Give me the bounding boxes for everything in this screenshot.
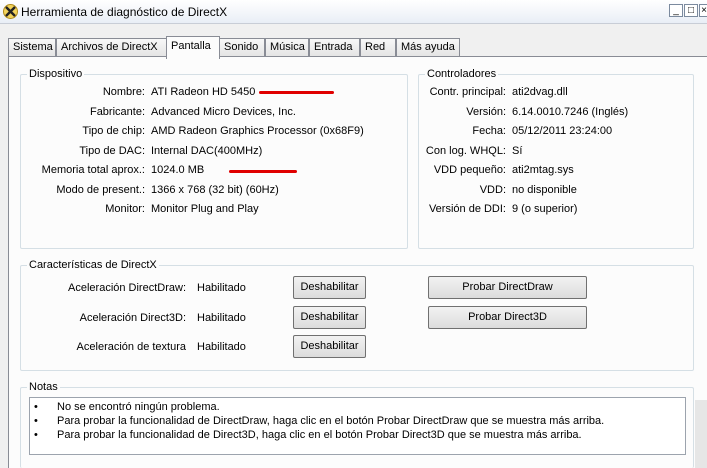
drivers-group: Controladores [418,68,694,249]
monitor-value: Monitor Plug and Play [151,203,259,215]
tab-archivos-directx[interactable]: Archivos de DirectX [56,38,168,57]
direct3d-accel-value: Habilitado [197,312,246,324]
date-value: 05/12/2011 23:24:00 [512,125,613,137]
list-item: • Para probar la funcionalidad de Direct3… [34,429,582,441]
red-annotation-line [229,170,297,173]
dac-type-value: Internal DAC(400MHz) [151,145,263,157]
main-driver-label: Contr. principal: [429,86,506,98]
directx-icon [3,4,18,19]
test-directdraw-button[interactable]: Probar DirectDraw [428,276,587,299]
list-item: • Para probar la funcionalidad de DirectD… [34,415,604,427]
whql-label: Con log. WHQL: [425,145,506,157]
bullet-icon: • [34,415,38,427]
device-name-label: Nombre: [102,86,145,98]
tab-musica[interactable]: Música [265,38,309,57]
features-group-title: Características de DirectX [27,259,159,271]
vdd-label: VDD: [479,184,506,196]
date-label: Fecha: [472,125,506,137]
manufacturer-value: Advanced Micro Devices, Inc. [151,106,296,118]
texture-accel-label: Aceleración de textura [76,341,186,353]
window-title: Herramienta de diagnóstico de DirectX [21,5,228,19]
ddi-version-label: Versión de DDI: [428,203,506,215]
directdraw-accel-value: Habilitado [197,282,246,294]
disable-directdraw-button[interactable]: Deshabilitar [293,276,366,299]
tab-pantalla[interactable]: Pantalla [166,36,220,59]
bullet-icon: • [34,429,38,441]
dac-type-label: Tipo de DAC: [79,145,145,157]
note-text: Para probar la funcionalidad de Direct3D… [57,429,582,441]
tab-entrada[interactable]: Entrada [309,38,360,57]
disable-texture-button[interactable]: Deshabilitar [293,335,366,358]
maximize-button[interactable]: □ [684,4,698,17]
note-text: Para probar la funcionalidad de DirectDr… [57,415,605,427]
tab-red[interactable]: Red [360,38,396,57]
main-driver-value: ati2dvag.dll [512,86,568,98]
red-annotation-line [259,91,334,94]
notes-group-title: Notas [27,381,60,393]
vdd-value: no disponible [512,184,577,196]
note-text: No se encontró ningún problema. [57,401,220,413]
chip-type-label: Tipo de chip: [82,125,145,137]
tab-sistema[interactable]: Sistema [8,38,56,57]
test-direct3d-button[interactable]: Probar Direct3D [428,306,587,329]
memory-label: Memoria total aprox.: [41,164,145,176]
tab-mas-ayuda[interactable]: Más ayuda [396,38,460,57]
drivers-group-title: Controladores [425,68,499,80]
chip-type-value: AMD Radeon Graphics Processor (0x68F9) [151,125,364,137]
minimize-button[interactable]: _ [669,4,683,17]
list-item: • No se encontró ningún problema. [34,401,220,413]
monitor-label: Monitor: [105,203,145,215]
device-name-value: ATI Radeon HD 5450 [151,86,256,98]
memory-value: 1024.0 MB [151,164,205,176]
texture-accel-value: Habilitado [197,341,246,353]
mini-vdd-value: ati2mtag.sys [512,164,574,176]
disable-direct3d-button[interactable]: Deshabilitar [293,306,366,329]
mini-vdd-label: VDD pequeño: [433,164,506,176]
display-mode-value: 1366 x 768 (32 bit) (60Hz) [151,184,279,196]
direct3d-accel-label: Aceleración Direct3D: [79,312,186,324]
display-mode-label: Modo de present.: [56,184,145,196]
version-value: 6.14.0010.7246 (Inglés) [512,106,629,118]
manufacturer-label: Fabricante: [89,106,145,118]
close-button[interactable]: × [699,4,707,17]
title-bar[interactable]: Herramienta de diagnóstico de DirectX _ … [0,0,707,24]
version-label: Versión: [466,106,506,118]
whql-value: Sí [512,145,523,157]
bullet-icon: • [34,401,38,413]
directdraw-accel-label: Aceleración DirectDraw: [68,282,186,294]
device-group: Dispositivo [20,68,408,249]
ddi-version-value: 9 (o superior) [512,203,578,215]
tab-sonido[interactable]: Sonido [219,38,265,57]
window-edge [695,400,707,468]
notes-list[interactable]: • No se encontró ningún problema. • Para p… [29,397,686,455]
device-group-title: Dispositivo [27,68,85,80]
